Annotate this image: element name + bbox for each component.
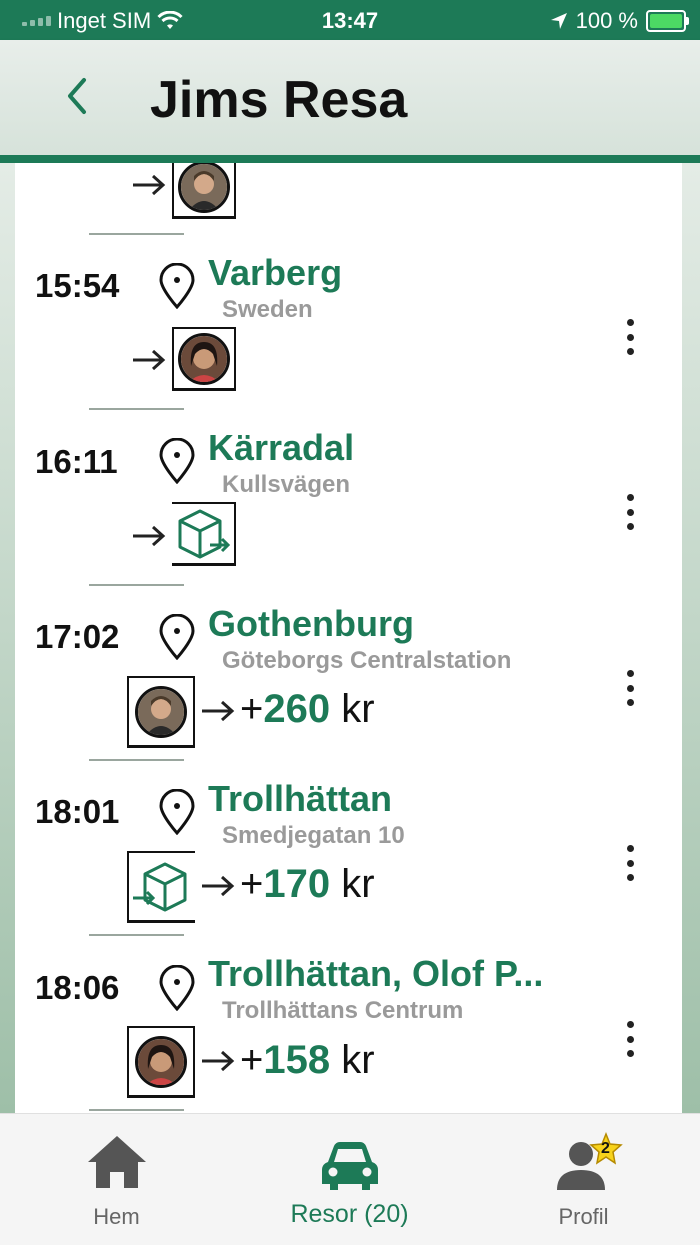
tab-profile[interactable]: 2 Profil [467,1114,700,1245]
location-pin-icon [159,965,195,1011]
more-options-icon[interactable] [620,494,640,530]
back-chevron-icon[interactable] [58,76,98,116]
stop-city[interactable]: Kärradal [208,427,354,469]
stop-subtitle: Kullsvägen [222,471,351,498]
package-icon [133,862,187,911]
car-icon [321,1142,378,1190]
passenger-frame [172,163,236,219]
arrow-right-icon [133,525,166,547]
location-pin-icon [159,789,195,835]
fare-amount: +260 kr [240,687,375,731]
location-pin-icon [159,263,195,309]
avatar [135,685,187,738]
tab-trips[interactable]: Resor (20) [233,1114,466,1245]
fare-value: 170 [263,862,331,906]
fare-value: 158 [263,1038,331,1082]
stop-time: 18:06 [35,969,120,1006]
fare-amount: +170 kr [240,862,375,906]
home-icon [87,1136,146,1188]
arrow-right-icon [202,700,235,722]
avatar [135,1035,187,1088]
battery-icon [646,10,689,32]
tab-profile-label: Profil [558,1204,609,1229]
stop-subtitle: Sweden [222,296,313,323]
page-title: Jims Resa [150,71,408,129]
passenger-frame [172,327,236,391]
location-pin-icon [159,614,195,660]
arrow-right-icon [202,875,235,897]
nav-header: Jims Resa [0,40,700,155]
arrow-right-icon [133,349,166,371]
battery-percent: 100 % [575,8,638,33]
fare-value: 260 [263,687,331,731]
stop-divider [89,584,184,586]
stop-time: 16:11 [35,443,118,480]
avatar [178,163,230,213]
tab-home[interactable]: Hem [0,1114,233,1245]
package-dropoff-frame [172,502,236,566]
stop-divider [89,934,184,936]
package-icon [178,509,231,558]
tab-bar: Hem Resor (20) 2 Profil [0,1113,700,1245]
stop-city[interactable]: Trollhättan, Olof P... [208,953,543,995]
stop-divider [89,1109,184,1111]
package-pickup-frame [127,851,195,923]
stop-city[interactable]: Gothenburg [208,603,414,645]
stop-time: 15:54 [35,267,120,304]
fare-currency: kr [341,862,375,906]
stop-subtitle: Smedjegatan 10 [222,822,405,849]
profile-badge-count: 2 [601,1140,610,1157]
stop-city[interactable]: Trollhättan [208,778,392,820]
status-bar: Inget SIM 13:47 100 % [0,0,700,40]
stop-divider [89,233,184,235]
header-accent-line [0,155,700,163]
location-icon [550,13,567,29]
stop-subtitle: Trollhättans Centrum [222,997,464,1024]
more-options-icon[interactable] [620,1021,640,1057]
trip-timeline[interactable]: 15:54 Varberg Sweden 16:11 Kärradal Kull… [15,163,682,1113]
stop-divider [89,759,184,761]
stop-divider [89,408,184,410]
arrow-right-icon [133,174,166,196]
more-options-icon[interactable] [620,319,640,355]
more-options-icon[interactable] [620,670,640,706]
tab-home-label: Hem [93,1204,140,1229]
passenger-frame [127,1026,195,1098]
more-options-icon[interactable] [620,845,640,881]
fare-amount: +158 kr [240,1038,375,1082]
fare-currency: kr [341,1038,375,1082]
stop-city[interactable]: Varberg [208,252,342,294]
stop-time: 18:01 [35,793,120,830]
stop-time: 17:02 [35,618,120,655]
fare-currency: kr [341,687,375,731]
stop-subtitle: Göteborgs Centralstation [222,647,512,674]
passenger-frame [127,676,195,748]
arrow-right-icon [202,1050,235,1072]
tab-trips-label: Resor (20) [290,1200,409,1228]
avatar [178,332,230,385]
location-pin-icon [159,438,195,484]
